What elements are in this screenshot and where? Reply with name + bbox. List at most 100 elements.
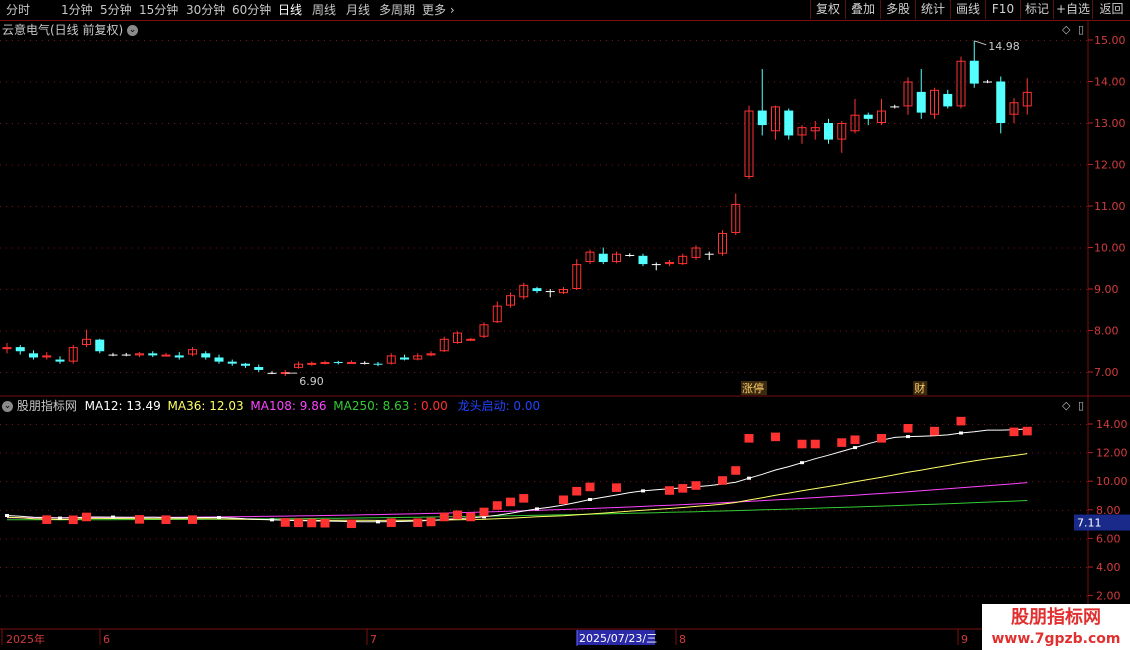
indicator-gridline-dot (912, 481, 913, 483)
draw-line-button[interactable]: 画线 (950, 0, 985, 19)
price-gridline-dot (918, 123, 919, 124)
indicator-gridline-dot (18, 538, 19, 540)
price-gridline-dot (126, 330, 127, 332)
price-gridline-dot (186, 40, 187, 41)
diamond-icon[interactable]: ◇ (1062, 23, 1070, 36)
price-gridline-dot (1080, 164, 1081, 166)
price-gridline-dot (420, 40, 421, 41)
price-gridline-dot (534, 40, 535, 41)
candle-body (95, 339, 105, 352)
indicator-gridline-dot (90, 424, 91, 425)
indicator-gridline-dot (702, 567, 703, 568)
add-watchlist-button[interactable]: +自选 (1053, 0, 1092, 19)
price-gridline-dot (504, 372, 505, 373)
price-gridline-dot (762, 247, 763, 249)
tab-15min[interactable]: 15分钟 (139, 2, 178, 18)
price-gridline-dot (138, 289, 139, 290)
tab-monthly[interactable]: 月线 (346, 2, 370, 18)
price-gridline-dot (276, 81, 277, 83)
indicator-gridline-dot (918, 509, 919, 511)
price-gridline-dot (576, 81, 577, 83)
indicator-gridline-dot (636, 481, 637, 483)
indicator-gridline-dot (636, 424, 637, 425)
candle (956, 56, 966, 109)
tab-more[interactable]: 更多 › (422, 2, 455, 18)
indicator-gridline-dot (312, 452, 313, 454)
multi-stock-button[interactable]: 多股 (880, 0, 915, 19)
price-gridline-dot (1026, 164, 1027, 166)
overlay-button[interactable]: 叠加 (845, 0, 880, 19)
indicator-gridline-dot (312, 481, 313, 483)
price-gridline-dot (120, 206, 121, 207)
date-cursor-label: 2025/07/23/三 (579, 632, 657, 645)
price-gridline-dot (996, 164, 997, 166)
tab-timeshare[interactable]: 分时 (6, 2, 30, 18)
price-gridline-dot (348, 81, 349, 83)
indicator-gridline-dot (738, 567, 739, 568)
tab-daily[interactable]: 日线 (278, 2, 302, 18)
tab-5min[interactable]: 5分钟 (100, 2, 132, 18)
indicator-axis-label: 6.00 (1096, 532, 1121, 545)
signal-bar (572, 486, 582, 496)
price-gridline-dot (372, 164, 373, 166)
mark-button[interactable]: 标记 (1020, 0, 1053, 19)
indicator-gridline-dot (444, 538, 445, 540)
tab-multi-period[interactable]: 多周期 (379, 2, 415, 18)
price-gridline-dot (180, 81, 181, 83)
indicator-gridline-dot (816, 481, 817, 483)
indicator-gridline-dot (972, 567, 973, 568)
price-gridline-dot (642, 247, 643, 249)
price-gridline-dot (72, 206, 73, 207)
price-gridline-dot (846, 372, 847, 373)
indicator-gridline-dot (894, 567, 895, 568)
indicator-gridline-dot (510, 424, 511, 425)
panel-toggle-icon[interactable]: ▯ (1078, 23, 1084, 36)
indicator-gridline-dot (942, 567, 943, 568)
tab-30min[interactable]: 30分钟 (186, 2, 225, 18)
signal-bar (797, 439, 807, 449)
price-gridline-dot (720, 206, 721, 207)
kline-chart-canvas[interactable]: 15.0014.0013.0012.0011.0010.009.008.007.… (0, 0, 1130, 650)
price-gridline-dot (120, 330, 121, 332)
restore-rights-button[interactable]: 复权 (810, 0, 845, 19)
panel-toggle-icon[interactable]: ▯ (1078, 399, 1084, 412)
chevron-down-icon[interactable]: ⌄ (127, 25, 139, 36)
tab-weekly[interactable]: 周线 (312, 2, 336, 18)
price-gridline-dot (900, 330, 901, 332)
candle-body (108, 354, 118, 356)
price-gridline-dot (300, 123, 301, 124)
indicator-gridline-dot (990, 424, 991, 425)
statistics-button[interactable]: 统计 (915, 0, 950, 19)
indicator-gridline-dot (1086, 538, 1087, 540)
indicator-gridline-dot (420, 424, 421, 425)
price-gridline-dot (474, 372, 475, 373)
indicator-gridline-dot (1026, 509, 1027, 511)
f10-button[interactable]: F10 (985, 0, 1020, 19)
indicator-gridline-dot (966, 424, 967, 425)
indicator-gridline-dot (840, 509, 841, 511)
diamond-icon[interactable]: ◇ (1062, 399, 1070, 412)
price-gridline-dot (906, 40, 907, 41)
back-button[interactable]: 返回 (1092, 0, 1130, 19)
indicator-gridline-dot (792, 509, 793, 511)
price-gridline-dot (756, 247, 757, 249)
price-gridline-dot (948, 330, 949, 332)
price-gridline-dot (108, 372, 109, 373)
indicator-gridline-dot (354, 538, 355, 540)
price-gridline-dot (1014, 123, 1015, 124)
price-gridline-dot (558, 40, 559, 41)
indicator-gridline-dot (462, 538, 463, 540)
tab-1min[interactable]: 1分钟 (61, 2, 93, 18)
price-gridline-dot (222, 123, 223, 124)
indicator-gridline-dot (234, 595, 235, 597)
indicator-gridline-dot (648, 424, 649, 425)
chevron-down-icon[interactable]: ⌄ (2, 401, 13, 412)
price-gridline-dot (408, 289, 409, 290)
indicator-gridline-dot (678, 567, 679, 568)
price-gridline-dot (150, 164, 151, 166)
price-gridline-dot (648, 289, 649, 290)
price-gridline-dot (768, 330, 769, 332)
candle (665, 259, 674, 267)
indicator-gridline-dot (678, 481, 679, 483)
tab-60min[interactable]: 60分钟 (232, 2, 271, 18)
